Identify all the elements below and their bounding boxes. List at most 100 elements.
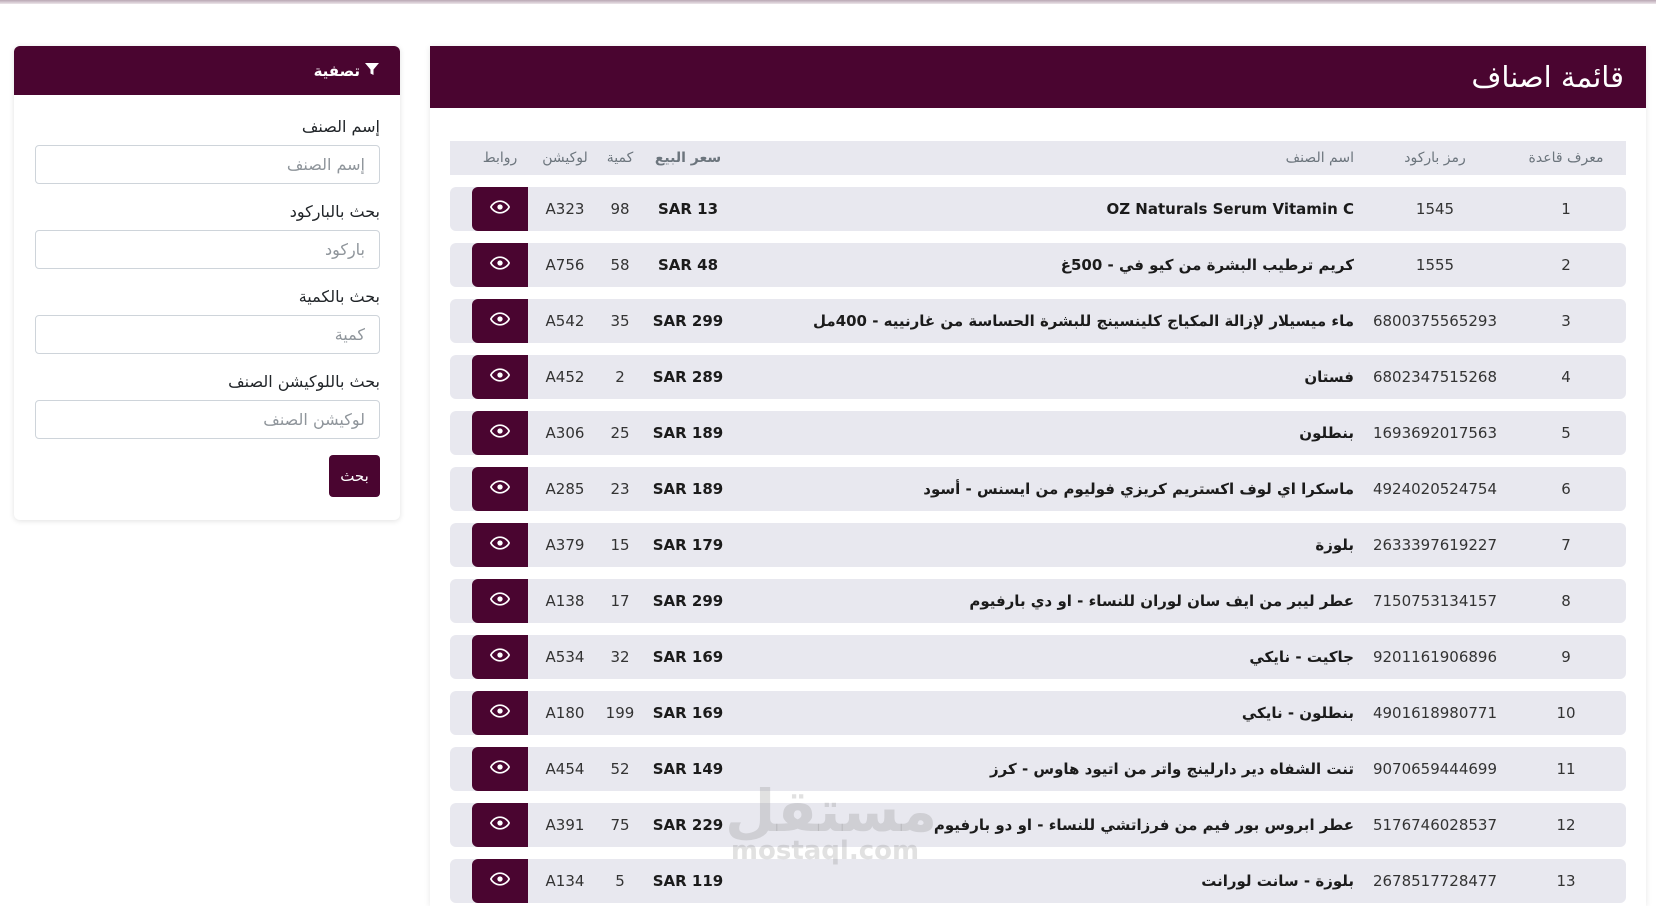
items-table: معرف قاعدة رمز باركود اسم الصنف سعر البي…	[450, 141, 1626, 903]
view-item-button[interactable]	[472, 523, 528, 567]
location-input[interactable]	[35, 400, 380, 439]
table-row: 4 6802347515268 فستان SAR 289 2 A452	[450, 355, 1626, 399]
table-header: معرف قاعدة رمز باركود اسم الصنف سعر البي…	[450, 141, 1626, 175]
row-qty: 52	[610, 760, 630, 778]
eye-icon	[489, 421, 511, 445]
eye-icon	[489, 701, 511, 725]
view-item-button[interactable]	[472, 747, 528, 791]
row-links	[472, 355, 528, 399]
row-id: 9	[1561, 648, 1571, 666]
view-item-button[interactable]	[472, 355, 528, 399]
filter-panel: تصفية إسم الصنف بحث بالباركود بحث بالكمي…	[14, 46, 400, 520]
view-item-button[interactable]	[472, 635, 528, 679]
table-row: 3 6800375565293 ماء ميسيلار لإزالة المكياج…	[450, 299, 1626, 343]
eye-icon	[489, 365, 511, 389]
row-location: A306	[545, 424, 585, 442]
view-item-button[interactable]	[472, 467, 528, 511]
list-header: قائمة اصناف	[430, 46, 1646, 108]
table-row: 7 2633397619227 بلوزة SAR 179 15 A379	[450, 523, 1626, 567]
name-input[interactable]	[35, 145, 380, 184]
row-barcode: 6800375565293	[1372, 312, 1498, 330]
search-button[interactable]: بحث	[329, 455, 380, 497]
table-row: 9 9201161906896 جاكيت - نايكي SAR 169 32 A534	[450, 635, 1626, 679]
row-name: عطر ليبر من ايف سان لوران للنساء - او دي…	[969, 592, 1354, 610]
row-name: بلوزة	[1315, 536, 1354, 554]
eye-icon	[489, 253, 511, 277]
location-field-label: بحث باللوكيشن الصنف	[228, 372, 380, 391]
eye-icon	[489, 197, 511, 221]
row-location: A134	[545, 872, 585, 890]
view-item-button[interactable]	[472, 187, 528, 231]
row-location: A138	[545, 592, 585, 610]
row-id: 5	[1561, 424, 1571, 442]
row-barcode: 7150753134157	[1372, 592, 1498, 610]
filter-icon	[364, 61, 380, 81]
row-name: جاكيت - نايكي	[1249, 648, 1354, 666]
row-id: 11	[1556, 760, 1576, 778]
table-row: 8 7150753134157 عطر ليبر من ايف سان لوران …	[450, 579, 1626, 623]
row-name: تنت الشفاه دير دارلينج واتر من اتيود هاو…	[990, 760, 1354, 778]
row-price: SAR 48	[657, 256, 719, 274]
filter-title: تصفية	[313, 61, 360, 80]
row-barcode: 2633397619227	[1372, 536, 1498, 554]
table-row: 5 1693692017563 بنطلون SAR 189 25 A306	[450, 411, 1626, 455]
row-barcode: 9201161906896	[1372, 648, 1498, 666]
table-body: 1 1545 OZ Naturals Serum Vitamin C SAR 13 98…	[450, 187, 1626, 903]
row-id: 13	[1556, 872, 1576, 890]
row-price: SAR 149	[652, 760, 724, 778]
row-barcode: 1555	[1415, 256, 1455, 274]
row-id: 2	[1561, 256, 1571, 274]
row-barcode: 1545	[1415, 200, 1455, 218]
view-item-button[interactable]	[472, 859, 528, 903]
row-name: بلوزة - سانت لورانت	[1201, 872, 1354, 890]
column-header-id: معرف قاعدة	[1528, 150, 1604, 166]
row-price: SAR 299	[652, 312, 724, 330]
row-links	[472, 859, 528, 903]
row-qty: 35	[610, 312, 630, 330]
row-links	[472, 187, 528, 231]
eye-icon	[489, 645, 511, 669]
row-links	[472, 803, 528, 847]
row-links	[472, 243, 528, 287]
column-header-name: اسم الصنف	[1285, 150, 1354, 166]
row-qty: 15	[610, 536, 630, 554]
row-qty: 25	[610, 424, 630, 442]
row-barcode: 4924020524754	[1372, 480, 1498, 498]
row-location: A391	[545, 816, 585, 834]
row-location: A285	[545, 480, 585, 498]
row-price: SAR 169	[652, 704, 724, 722]
name-field-label: إسم الصنف	[301, 117, 380, 136]
view-item-button[interactable]	[472, 691, 528, 735]
eye-icon	[489, 869, 511, 893]
table-row: 2 1555 كريم ترطيب البشرة من كيو في - 500غ S…	[450, 243, 1626, 287]
view-item-button[interactable]	[472, 803, 528, 847]
row-qty: 75	[610, 816, 630, 834]
view-item-button[interactable]	[472, 299, 528, 343]
quantity-input[interactable]	[35, 315, 380, 354]
column-header-qty: كمية	[606, 150, 634, 166]
view-item-button[interactable]	[472, 411, 528, 455]
row-price: SAR 189	[652, 480, 724, 498]
row-links	[472, 747, 528, 791]
row-barcode: 1693692017563	[1372, 424, 1498, 442]
row-price: SAR 169	[652, 648, 724, 666]
row-name: بنطلون - نايكي	[1241, 704, 1354, 722]
view-item-button[interactable]	[472, 579, 528, 623]
eye-icon	[489, 477, 511, 501]
row-links	[472, 467, 528, 511]
eye-icon	[489, 813, 511, 837]
row-name: كريم ترطيب البشرة من كيو في - 500غ	[1060, 256, 1354, 274]
row-qty: 98	[610, 200, 630, 218]
row-qty: 58	[610, 256, 630, 274]
row-id: 1	[1561, 200, 1571, 218]
page-title: قائمة اصناف	[1471, 60, 1624, 94]
table-row: 12 5176746028537 عطر ابروس بور فيم من فرزا…	[450, 803, 1626, 847]
row-id: 12	[1556, 816, 1576, 834]
row-barcode: 2678517728477	[1372, 872, 1498, 890]
view-item-button[interactable]	[472, 243, 528, 287]
row-price: SAR 229	[652, 816, 724, 834]
items-list-card: قائمة اصناف معرف قاعدة رمز باركود اسم ال…	[430, 46, 1646, 906]
barcode-input[interactable]	[35, 230, 380, 269]
row-name: فستان	[1304, 368, 1354, 386]
row-location: A379	[545, 536, 585, 554]
